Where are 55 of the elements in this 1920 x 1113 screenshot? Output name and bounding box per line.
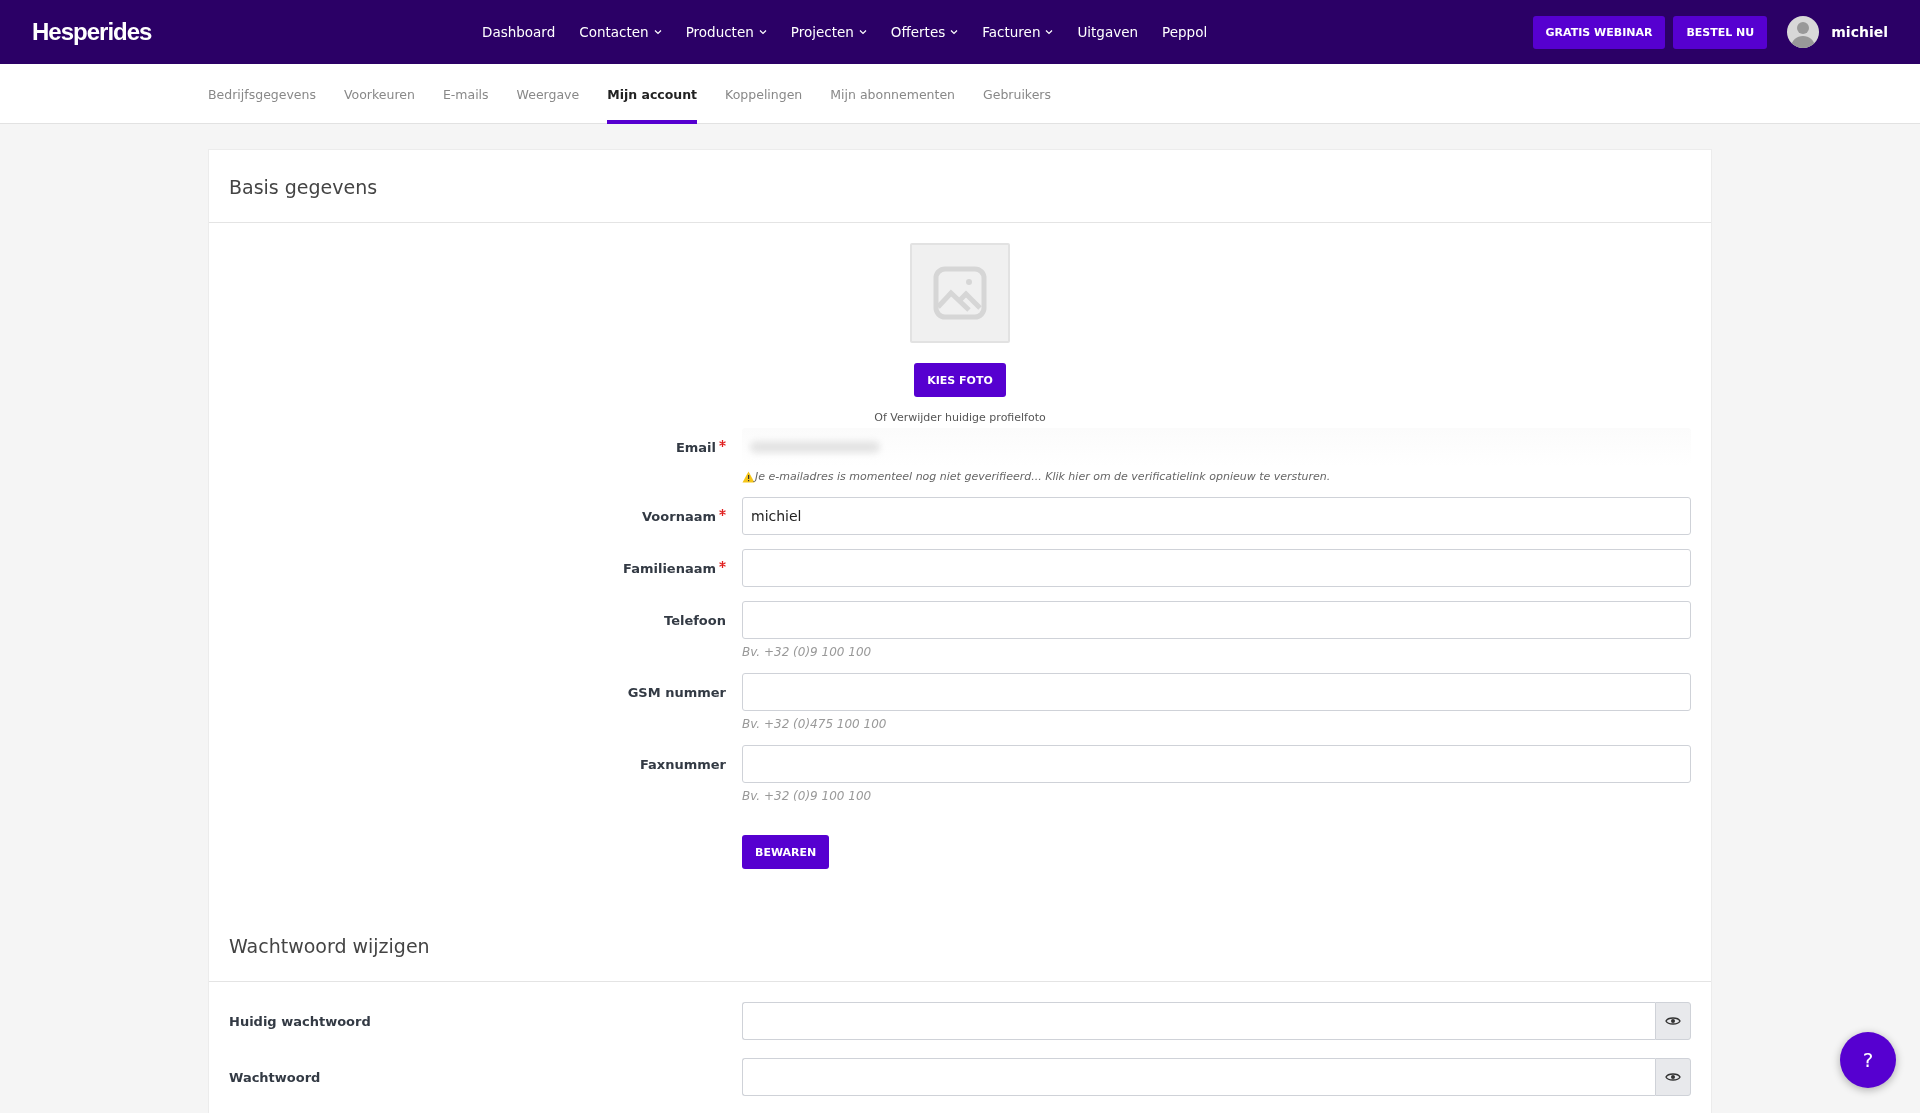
section-title: Basis gegevens [209, 150, 1711, 223]
field-label: Wachtwoord [229, 1069, 322, 1085]
order-button[interactable]: BESTEL NU [1673, 15, 1768, 49]
remove-photo-link[interactable]: Of Verwijder huidige profielfoto [874, 411, 1046, 424]
warning-icon [742, 470, 755, 483]
nav-link[interactable]: Facturen [982, 24, 1054, 40]
input-field[interactable] [742, 745, 1691, 783]
settings-tab[interactable]: Weergave [516, 64, 580, 124]
eye-icon[interactable] [1655, 1002, 1691, 1040]
password-field[interactable] [742, 1002, 1655, 1040]
input-field[interactable]: michiel [742, 497, 1691, 535]
brand-logo[interactable]: Hesperides [32, 18, 482, 46]
settings-tab[interactable]: Koppelingen [725, 64, 803, 124]
chevron-down-icon [653, 29, 662, 35]
nav-link[interactable]: Contacten [579, 24, 662, 40]
chevron-down-icon [858, 29, 867, 35]
save-button[interactable]: BEWAREN [742, 835, 830, 869]
help-button[interactable]: ? [1840, 1032, 1896, 1088]
field-label: Huidig wachtwoord [229, 1013, 372, 1029]
settings-tab[interactable]: Voorkeuren [344, 64, 415, 124]
nav-link[interactable]: Uitgaven [1077, 24, 1139, 40]
password-field[interactable] [742, 1058, 1655, 1096]
field-label: Familienaam [623, 560, 716, 576]
section-title: Wachtwoord wijzigen [209, 909, 1711, 982]
field-label: Telefoon [664, 612, 726, 628]
nav-link[interactable]: Projecten [790, 24, 867, 40]
nav-link[interactable]: Offertes [890, 24, 959, 40]
settings-tab[interactable]: Bedrijfsgegevens [208, 64, 316, 124]
verification-warning[interactable]: Je e-mailadres is momenteel nog niet geverifieerd... Klik hier om de verificatielink opnieuw te versturen. [755, 470, 1331, 483]
user-name[interactable]: michiel [1831, 24, 1888, 40]
eye-icon[interactable] [1655, 1058, 1691, 1096]
chevron-down-icon [758, 29, 767, 35]
input-field[interactable] [742, 673, 1691, 711]
webinar-button[interactable]: GRATIS WEBINAR [1532, 15, 1666, 49]
field-hint: Bv. +32 (0)9 100 100 [742, 645, 873, 659]
field-label: Voornaam [642, 508, 716, 524]
choose-photo-button[interactable]: KIES FOTO [914, 363, 1006, 397]
input-field[interactable] [742, 549, 1691, 587]
settings-tab[interactable]: E-mails [442, 64, 489, 124]
field-label: Email [675, 439, 716, 455]
chevron-down-icon [950, 29, 959, 35]
field-hint: Bv. +32 (0)9 100 100 [742, 789, 873, 803]
field-label: GSM nummer [627, 684, 726, 700]
settings-tab[interactable]: Gebruikers [983, 64, 1051, 124]
field-hint: Bv. +32 (0)475 100 100 [742, 717, 888, 731]
settings-tab[interactable]: Mijn abonnementen [830, 64, 955, 124]
image-icon [932, 265, 988, 321]
nav-link[interactable]: Dashboard [482, 24, 556, 40]
nav-link[interactable]: Peppol [1162, 24, 1208, 40]
nav-link[interactable]: Producten [685, 24, 767, 40]
settings-tab[interactable]: Mijn account [607, 64, 698, 124]
field-label: Faxnummer [639, 756, 726, 772]
chevron-down-icon [1045, 29, 1054, 35]
input-field[interactable] [742, 601, 1691, 639]
avatar-icon[interactable] [1787, 16, 1820, 48]
